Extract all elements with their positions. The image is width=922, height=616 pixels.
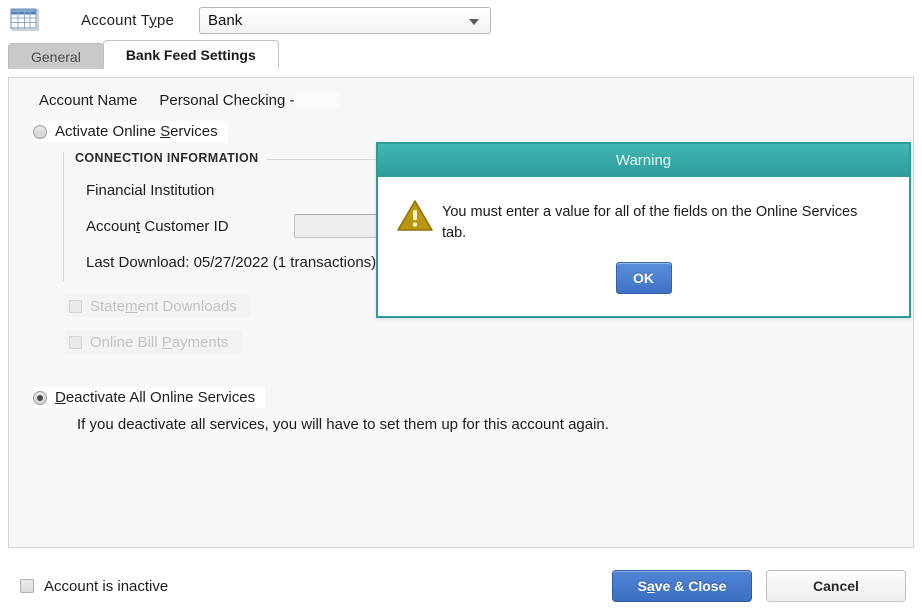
account-type-label-pre: Account T xyxy=(81,11,150,29)
warning-dialog-titlebar: Warning xyxy=(378,144,909,177)
deactivate-all-online-services-row[interactable]: Deactivate All Online Services xyxy=(33,387,913,408)
deactivate-all-hit[interactable]: Deactivate All Online Services xyxy=(33,387,266,408)
save-label-pre: S xyxy=(637,578,647,594)
redacted-account-suffix xyxy=(295,92,340,108)
statement-downloads-hit: Statement Downloads xyxy=(65,295,251,317)
activate-online-services-label: Activate Online Services xyxy=(55,123,218,140)
ok-button-label: OK xyxy=(633,270,654,287)
online-bill-payments-row: Online Bill Payments xyxy=(65,331,913,353)
header-bar: Account Type Bank xyxy=(0,0,922,40)
statement-downloads-label-post: ent Downloads xyxy=(137,297,237,315)
activate-online-services-row[interactable]: Activate Online Services xyxy=(33,121,913,142)
save-label-post: ve & Close xyxy=(654,578,727,594)
account-type-label-mnemonic: y xyxy=(149,11,157,29)
online-bill-payments-label-mnemonic: P xyxy=(161,333,172,351)
connection-information-title: CONNECTION INFORMATION xyxy=(75,151,259,165)
account-type-label-post: pe xyxy=(156,11,175,29)
chevron-down-icon[interactable] xyxy=(469,18,480,25)
account-name-text: Personal Checking - xyxy=(159,92,295,109)
deactivate-label-mnemonic: D xyxy=(55,389,66,406)
statement-downloads-checkbox xyxy=(69,299,82,313)
tab-bank-feed-settings[interactable]: Bank Feed Settings xyxy=(102,40,279,69)
online-bill-payments-hit: Online Bill Payments xyxy=(65,331,243,353)
online-bill-payments-label-pre: Online Bill xyxy=(90,333,162,351)
deactivate-all-online-services-label: Deactivate All Online Services xyxy=(55,389,255,406)
online-bill-payments-label-post: ayments xyxy=(171,333,229,351)
account-type-dropdown[interactable]: Bank xyxy=(199,6,492,34)
spreadsheet-grid-icon xyxy=(10,8,40,34)
tab-general-label: General xyxy=(31,49,81,65)
account-inactive-row[interactable]: Account is inactive xyxy=(20,578,168,595)
account-inactive-label: Account is inactive xyxy=(44,577,169,595)
statement-downloads-label-mnemonic: m xyxy=(125,297,138,315)
activate-label-pre: Activate Online xyxy=(55,123,161,140)
footer-bar: Account is inactive Sa ve & Close Cancel xyxy=(0,556,922,616)
deactivate-label-post: eactivate All Online Services xyxy=(65,389,256,406)
account-name-value: Personal Checking - xyxy=(159,92,340,109)
account-name-row: Account Name Personal Checking - xyxy=(9,78,913,109)
activate-label-mnemonic: S xyxy=(160,123,171,140)
account-inactive-checkbox[interactable] xyxy=(20,579,34,593)
cancel-button-label: Cancel xyxy=(813,578,859,594)
statement-downloads-label-pre: State xyxy=(90,297,126,315)
customer-id-label-pre: Accoun xyxy=(86,217,137,235)
warning-dialog-actions: OK xyxy=(378,262,909,295)
tab-strip: General Bank Feed Settings xyxy=(8,40,922,69)
tab-general[interactable]: General xyxy=(8,43,104,69)
account-type-label: Account Type xyxy=(81,12,174,29)
save-and-close-button[interactable]: Sa ve & Close xyxy=(612,570,752,602)
save-label-mnemonic: a xyxy=(646,578,655,594)
warning-triangle-icon xyxy=(396,199,442,244)
activate-online-services-radio[interactable] xyxy=(33,124,47,139)
online-bill-payments-label: Online Bill Payments xyxy=(90,334,228,351)
account-name-label: Account Name xyxy=(39,92,138,109)
warning-dialog: Warning You must enter a value for all o… xyxy=(376,142,911,318)
warning-dialog-body: You must enter a value for all of the fi… xyxy=(378,177,909,244)
ok-button[interactable]: OK xyxy=(615,262,672,295)
warning-dialog-message: You must enter a value for all of the fi… xyxy=(442,204,858,242)
activate-online-services-hit[interactable]: Activate Online Services xyxy=(33,121,228,142)
tab-bank-feed-settings-label: Bank Feed Settings xyxy=(125,47,256,63)
account-type-value: Bank xyxy=(208,11,243,29)
warning-dialog-title: Warning xyxy=(615,152,672,169)
statement-downloads-label: Statement Downloads xyxy=(90,298,237,315)
account-customer-id-label: Account Customer ID xyxy=(86,218,294,235)
financial-institution-label: Financial Institution xyxy=(86,181,215,199)
cancel-button[interactable]: Cancel xyxy=(766,570,906,602)
customer-id-label-post: Customer ID xyxy=(140,217,229,235)
deactivate-note: If you deactivate all services, you will… xyxy=(77,416,609,433)
activate-label-post: ervices xyxy=(170,123,218,140)
deactivate-all-online-services-radio[interactable] xyxy=(33,390,47,405)
online-bill-payments-checkbox xyxy=(69,335,82,349)
